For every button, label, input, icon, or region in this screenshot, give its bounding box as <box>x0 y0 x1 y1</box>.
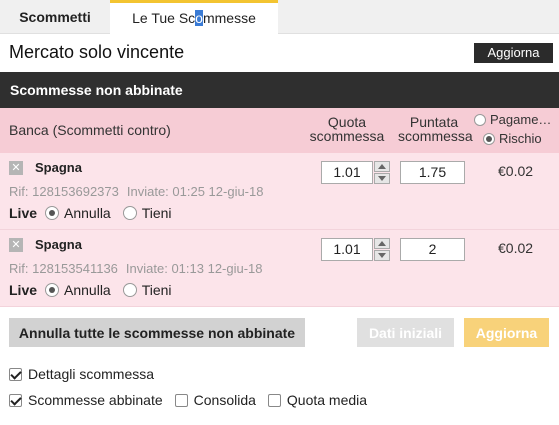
keep-radio[interactable] <box>122 283 137 297</box>
stake-input[interactable]: 1.75 <box>400 161 465 184</box>
bet-placed-time: Inviate: 01:13 12-giu-18 <box>125 261 263 276</box>
unmatched-bet-row: ✕ Spagna Rif: 128153692373 Inviate: 01:25… <box>0 153 559 230</box>
bet-placed-time: Inviate: 01:25 12-giu-18 <box>126 184 264 199</box>
update-button[interactable]: Aggiorna <box>464 318 549 347</box>
cancel-bet-icon[interactable]: ✕ <box>9 238 23 252</box>
lay-label: Banca (Scommetti contro) <box>9 122 171 138</box>
liability-option[interactable]: Rischio <box>483 129 551 148</box>
liability-label: Rischio <box>499 131 542 146</box>
payout-option[interactable]: Pagame… <box>474 110 551 129</box>
persistence-options: Live Annulla Tieni <box>9 205 184 221</box>
tab-my-bets-label-start: Le Tue Sc <box>132 10 196 26</box>
payout-liability-toggle: Pagame… Rischio <box>474 110 551 148</box>
cancel-option-label: Annulla <box>64 205 111 221</box>
liability-radio[interactable] <box>483 132 495 145</box>
odds-column-label: Quota scommessa <box>306 115 388 143</box>
odds-decrease-icon[interactable] <box>374 173 390 184</box>
display-options: Scommesse abbinate Consolida Quota media <box>9 392 379 408</box>
odds-label-line1: Quota <box>327 114 367 130</box>
consolidate-label: Consolida <box>193 392 256 408</box>
live-label: Live <box>9 205 38 221</box>
odds-increase-icon[interactable] <box>374 161 390 172</box>
cancel-all-unmatched-button[interactable]: Annulla tutte le scommesse non abbinate <box>9 318 305 347</box>
tab-bets[interactable]: Scommetti <box>0 0 110 34</box>
bet-meta: Rif: 128153541136 Inviate: 01:13 12-giu-1… <box>9 261 263 276</box>
runner-name: Spagna <box>35 237 82 252</box>
runner-name: Spagna <box>35 160 82 175</box>
odds-label-line2: scommessa <box>309 128 385 144</box>
payout-radio[interactable] <box>474 113 486 126</box>
cancel-option-label: Annulla <box>64 282 111 298</box>
cancel-radio[interactable] <box>45 283 60 297</box>
tab-my-bets[interactable]: Le Tue Scommesse <box>110 0 278 35</box>
lay-column-header: Banca (Scommetti contro) Quota scommessa… <box>0 108 559 153</box>
average-odds-checkbox[interactable] <box>267 393 281 407</box>
cancel-bet-icon[interactable]: ✕ <box>9 161 23 175</box>
payout-label: Pagame… <box>490 112 552 127</box>
refresh-button[interactable]: Aggiorna <box>474 43 553 63</box>
persistence-options: Live Annulla Tieni <box>9 282 184 298</box>
keep-option-label: Tieni <box>141 282 172 298</box>
average-odds-label: Quota media <box>286 392 368 408</box>
matched-bets-checkbox[interactable] <box>9 393 22 407</box>
stake-label-line2: scommessa <box>398 128 473 144</box>
market-title: Mercato solo vincente <box>9 42 185 62</box>
odds-input[interactable]: 1.01 <box>321 238 373 261</box>
live-label: Live <box>9 282 38 298</box>
tab-bar: Scommetti Le Tue Scommesse <box>0 0 559 35</box>
stake-label-line1: Puntata <box>409 114 459 130</box>
bet-details-option[interactable]: Dettagli scommessa <box>9 366 166 382</box>
tab-my-bets-text-selection: o <box>195 10 203 26</box>
tab-my-bets-label-end: mmesse <box>202 10 256 26</box>
bet-details-label: Dettagli scommessa <box>28 366 155 382</box>
consolidate-checkbox[interactable] <box>174 393 188 407</box>
initial-data-button[interactable]: Dati iniziali <box>357 318 454 347</box>
odds-stepper <box>374 238 390 261</box>
matched-bets-label: Scommesse abbinate <box>28 392 163 408</box>
odds-increase-icon[interactable] <box>374 238 390 249</box>
bet-meta: Rif: 128153692373 Inviate: 01:25 12-giu-1… <box>9 184 263 199</box>
odds-decrease-icon[interactable] <box>374 250 390 261</box>
stake-column-label: Puntata scommessa <box>398 114 473 144</box>
cancel-radio[interactable] <box>45 206 60 220</box>
stake-input[interactable]: 2 <box>400 238 465 261</box>
bet-ref: Rif: 128153541136 <box>9 261 118 276</box>
bet-ref: Rif: 128153692373 <box>9 184 119 199</box>
odds-input[interactable]: 1.01 <box>321 161 373 184</box>
unmatched-bets-header: Scommesse non abbinate <box>0 72 559 108</box>
unmatched-bet-row: ✕ Spagna Rif: 128153541136 Inviate: 01:13… <box>0 230 559 307</box>
keep-option-label: Tieni <box>141 205 172 221</box>
liability-value: €0.02 <box>498 163 534 179</box>
liability-value: €0.02 <box>498 240 534 256</box>
bet-details-checkbox[interactable] <box>9 367 22 381</box>
keep-radio[interactable] <box>122 206 137 220</box>
odds-stepper <box>374 161 390 184</box>
